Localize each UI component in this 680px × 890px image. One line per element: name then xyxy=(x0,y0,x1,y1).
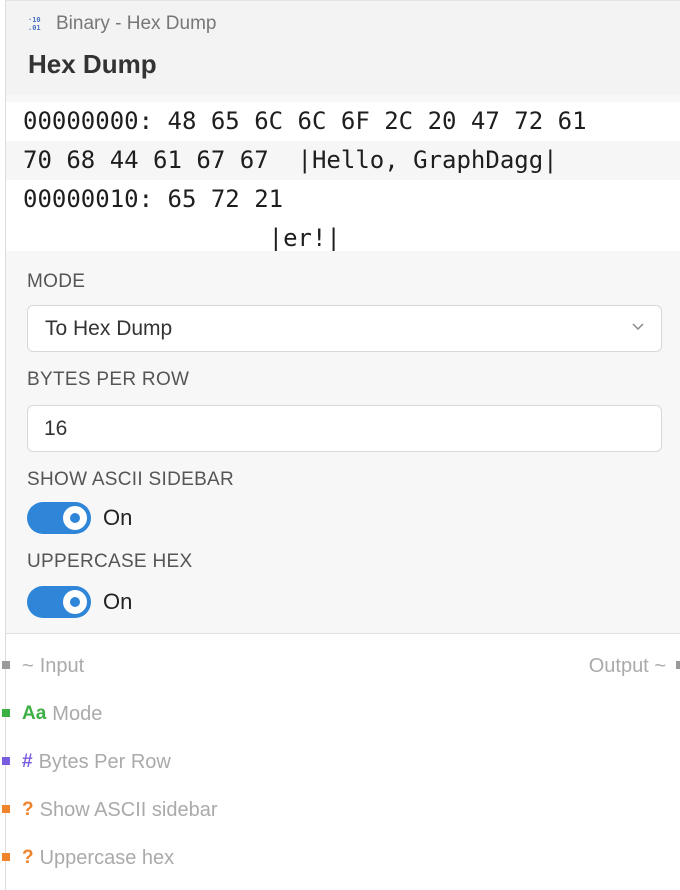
bytes-per-row-label: BYTES PER ROW xyxy=(27,369,190,390)
input-port-text: Input xyxy=(39,654,85,677)
toggle-state-text: On xyxy=(103,589,133,614)
number-type-icon: # xyxy=(22,751,33,772)
show-ascii-sidebar-toggle[interactable] xyxy=(27,502,91,534)
uppercase-hex-toggle[interactable] xyxy=(27,586,91,618)
port-row-show-ascii: ? Show ASCII sidebar xyxy=(6,795,680,825)
mode-select-value: To Hex Dump xyxy=(45,317,173,340)
mode-select[interactable]: To Hex Dump xyxy=(27,305,662,352)
port-row-bytes-per-row: # Bytes Per Row xyxy=(6,747,680,777)
hex-dump-output: 00000000: 48 65 6C 6C 6F 2C 20 47 72 61 … xyxy=(6,102,680,252)
boolean-type-icon: ? xyxy=(22,847,34,868)
uppercase-hex-label: UPPERCASE HEX xyxy=(27,551,193,572)
ports-panel: ~ Input Output ~ Aa Mode # Bytes Per Row… xyxy=(6,634,680,890)
dump-line: 00000010: 65 72 21 xyxy=(23,185,284,213)
uppercase-port-label: ? Uppercase hex xyxy=(22,847,174,870)
uppercase-port-text: Uppercase hex xyxy=(39,846,175,869)
show-ascii-sidebar-label: SHOW ASCII SIDEBAR xyxy=(27,469,235,490)
dump-line: 00000000: 48 65 6C 6C 6F 2C 20 47 72 61 xyxy=(23,107,587,135)
mode-label: MODE xyxy=(27,271,86,292)
hex-dump-node: ·10.01 Binary - Hex Dump Hex Dump 000000… xyxy=(5,0,680,890)
toggle-knob xyxy=(63,590,87,614)
mode-port-label: Aa Mode xyxy=(22,703,102,726)
ascii-port-label: ? Show ASCII sidebar xyxy=(22,799,217,822)
uppercase-hex-field: On xyxy=(27,586,132,618)
output-port-label: Output ~ xyxy=(589,655,666,678)
input-port-symbol: ~ xyxy=(22,654,34,677)
boolean-type-icon: ? xyxy=(22,799,34,820)
port-row-mode: Aa Mode xyxy=(6,699,680,729)
bytes-port-label: # Bytes Per Row xyxy=(22,751,171,774)
node-header[interactable]: ·10.01 Binary - Hex Dump Hex Dump xyxy=(6,1,680,95)
output-port-symbol: ~ xyxy=(654,654,666,677)
toggle-state-text: On xyxy=(103,505,133,530)
bytes-port-text: Bytes Per Row xyxy=(38,750,171,773)
uppercase-port-handle[interactable] xyxy=(2,853,10,861)
category-label: Binary - Hex Dump xyxy=(56,13,217,34)
input-port-handle[interactable] xyxy=(2,661,10,669)
ascii-port-text: Show ASCII sidebar xyxy=(39,798,218,821)
mode-port-text: Mode xyxy=(52,702,103,725)
parameters-panel: MODE To Hex Dump BYTES PER ROW 16 SHOW A… xyxy=(6,251,680,633)
port-row-input: ~ Input Output ~ xyxy=(6,651,680,681)
binary-icon: ·10.01 xyxy=(28,16,41,32)
string-type-icon: Aa xyxy=(22,703,47,724)
bytes-per-row-port-handle[interactable] xyxy=(2,757,10,765)
input-port-label: ~ Input xyxy=(22,655,84,678)
show-ascii-sidebar-field: On xyxy=(27,502,132,534)
output-port-text: Output xyxy=(588,654,649,677)
chevron-down-icon xyxy=(632,323,644,331)
dump-line: 70 68 44 61 67 67 |Hello, GraphDagg| xyxy=(6,141,680,180)
node-title: Hex Dump xyxy=(28,49,157,79)
toggle-knob xyxy=(63,506,87,530)
show-ascii-port-handle[interactable] xyxy=(2,805,10,813)
node-category: ·10.01 Binary - Hex Dump xyxy=(28,13,217,35)
bytes-per-row-input[interactable]: 16 xyxy=(27,405,662,452)
mode-port-handle[interactable] xyxy=(2,709,10,717)
port-row-uppercase: ? Uppercase hex xyxy=(6,843,680,873)
output-port-handle[interactable] xyxy=(676,661,680,669)
